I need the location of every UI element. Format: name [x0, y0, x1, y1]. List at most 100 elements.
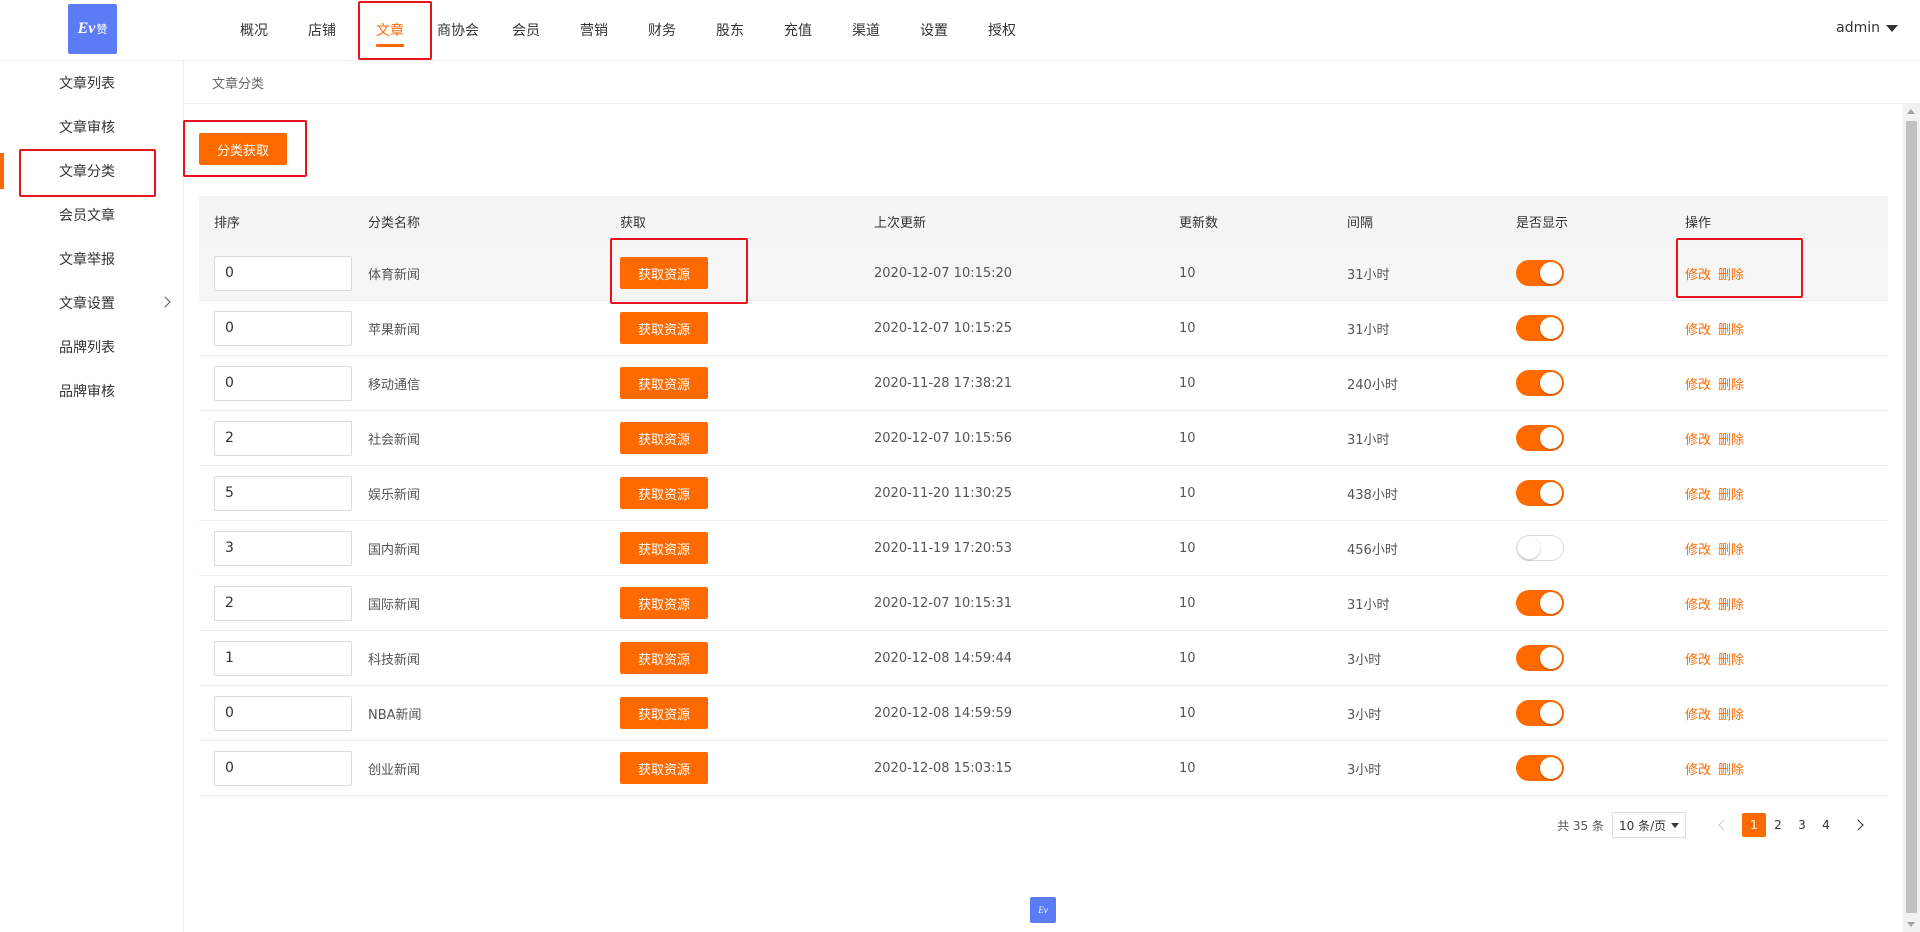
- display-toggle[interactable]: [1516, 755, 1564, 781]
- update-count: 10: [1179, 265, 1196, 281]
- nav-item[interactable]: 会员: [492, 0, 560, 60]
- nav-item-label: 商协会: [437, 23, 479, 39]
- sort-input[interactable]: [214, 475, 352, 511]
- sort-input[interactable]: [214, 420, 352, 456]
- display-toggle[interactable]: [1516, 260, 1564, 286]
- actions-cell: 修改 删除: [1685, 374, 1888, 393]
- sort-input[interactable]: [214, 310, 352, 346]
- edit-link[interactable]: 修改: [1685, 708, 1711, 723]
- sidebar-item[interactable]: 文章列表: [0, 61, 183, 105]
- edit-link[interactable]: 修改: [1685, 543, 1711, 558]
- category-name: 社会新闻: [368, 432, 421, 448]
- sidebar-item-label: 品牌列表: [59, 340, 115, 356]
- edit-link[interactable]: 修改: [1685, 378, 1711, 393]
- sidebar-item[interactable]: 品牌审核: [0, 369, 183, 413]
- delete-link[interactable]: 删除: [1718, 763, 1744, 778]
- get-resource-button[interactable]: 获取资源: [620, 312, 708, 344]
- get-resource-button[interactable]: 获取资源: [620, 642, 708, 674]
- page-number[interactable]: 3: [1790, 813, 1814, 837]
- display-toggle[interactable]: [1516, 700, 1564, 726]
- nav-item[interactable]: 商协会: [424, 0, 492, 60]
- footer-logo-text: Ev: [1038, 905, 1048, 915]
- delete-link[interactable]: 删除: [1718, 323, 1744, 338]
- edit-link[interactable]: 修改: [1685, 323, 1711, 338]
- get-resource-button[interactable]: 获取资源: [620, 587, 708, 619]
- nav-item[interactable]: 授权: [968, 0, 1036, 60]
- sort-input[interactable]: [214, 585, 352, 621]
- user-menu[interactable]: admin: [1836, 20, 1898, 36]
- page-size-select[interactable]: 10 条/页: [1612, 812, 1686, 838]
- get-resource-button[interactable]: 获取资源: [620, 422, 708, 454]
- page-number[interactable]: 4: [1814, 813, 1838, 837]
- display-toggle[interactable]: [1516, 480, 1564, 506]
- display-cell: [1516, 480, 1685, 506]
- logo[interactable]: Ev 赞: [68, 4, 117, 54]
- display-toggle[interactable]: [1516, 425, 1564, 451]
- edit-link[interactable]: 修改: [1685, 763, 1711, 778]
- sort-input[interactable]: [214, 750, 352, 786]
- edit-link[interactable]: 修改: [1685, 433, 1711, 448]
- get-cell: 获取资源: [620, 532, 874, 564]
- interval: 240小时: [1347, 377, 1398, 393]
- scroll-thumb[interactable]: [1906, 121, 1917, 913]
- sidebar-item[interactable]: 品牌列表: [0, 325, 183, 369]
- nav-item[interactable]: 概况: [220, 0, 288, 60]
- edit-link[interactable]: 修改: [1685, 598, 1711, 613]
- update-count: 10: [1179, 760, 1196, 776]
- sort-input[interactable]: [214, 365, 352, 401]
- scroll-down-icon[interactable]: [1907, 922, 1915, 927]
- display-cell: [1516, 315, 1685, 341]
- table-row: 苹果新闻 获取资源 2020-12-07 10:15:25 10 31小时 修改删除: [199, 301, 1888, 356]
- delete-link[interactable]: 删除: [1718, 653, 1744, 668]
- delete-link[interactable]: 删除: [1718, 378, 1744, 393]
- category-name: 创业新闻: [368, 762, 421, 778]
- display-cell: [1516, 755, 1685, 781]
- display-toggle[interactable]: [1516, 645, 1564, 671]
- table-header: 排序 分类名称 获取 上次更新 更新数 间隔 是否显示 操作: [199, 196, 1888, 246]
- next-page-icon[interactable]: [1846, 813, 1870, 837]
- get-resource-button[interactable]: 获取资源: [620, 752, 708, 784]
- sidebar-item[interactable]: 文章举报: [0, 237, 183, 281]
- sort-input[interactable]: [214, 530, 352, 566]
- nav-item[interactable]: 财务: [628, 0, 696, 60]
- nav-item[interactable]: 营销: [560, 0, 628, 60]
- delete-link[interactable]: 删除: [1718, 598, 1744, 613]
- nav-item[interactable]: 文章: [356, 0, 432, 60]
- delete-link[interactable]: 删除: [1718, 543, 1744, 558]
- page-number[interactable]: 1: [1742, 813, 1766, 837]
- get-resource-button[interactable]: 获取资源: [620, 697, 708, 729]
- display-toggle[interactable]: [1516, 590, 1564, 616]
- delete-link[interactable]: 删除: [1718, 433, 1744, 448]
- sort-input[interactable]: [214, 695, 352, 731]
- scrollbar[interactable]: [1903, 104, 1920, 932]
- sidebar-item[interactable]: 文章分类: [0, 149, 183, 197]
- get-resource-button[interactable]: 获取资源: [620, 367, 708, 399]
- sidebar-item[interactable]: 文章设置: [0, 281, 183, 325]
- sort-input[interactable]: [214, 640, 352, 676]
- nav-item[interactable]: 充值: [764, 0, 832, 60]
- display-toggle[interactable]: [1516, 315, 1564, 341]
- display-toggle[interactable]: [1516, 535, 1564, 561]
- table-row: 创业新闻 获取资源 2020-12-08 15:03:15 10 3小时 修改删除: [199, 741, 1888, 796]
- sidebar-item[interactable]: 文章审核: [0, 105, 183, 149]
- delete-link[interactable]: 删除: [1718, 488, 1744, 503]
- nav-item[interactable]: 股东: [696, 0, 764, 60]
- page-number[interactable]: 2: [1766, 813, 1790, 837]
- update-count: 10: [1179, 430, 1196, 446]
- get-resource-button[interactable]: 获取资源: [620, 532, 708, 564]
- get-resource-button[interactable]: 获取资源: [620, 477, 708, 509]
- update-count: 10: [1179, 540, 1196, 556]
- edit-link[interactable]: 修改: [1685, 488, 1711, 503]
- delete-link[interactable]: 删除: [1718, 708, 1744, 723]
- nav-item[interactable]: 设置: [900, 0, 968, 60]
- scroll-up-icon[interactable]: [1907, 109, 1915, 114]
- nav-item[interactable]: 店铺: [288, 0, 356, 60]
- nav-item[interactable]: 渠道: [832, 0, 900, 60]
- display-toggle[interactable]: [1516, 370, 1564, 396]
- prev-page-icon[interactable]: [1710, 813, 1734, 837]
- edit-link[interactable]: 修改: [1685, 653, 1711, 668]
- sort-input[interactable]: [214, 255, 352, 291]
- sidebar-item[interactable]: 会员文章: [0, 193, 183, 237]
- interval: 31小时: [1347, 322, 1390, 338]
- display-cell: [1516, 590, 1685, 616]
